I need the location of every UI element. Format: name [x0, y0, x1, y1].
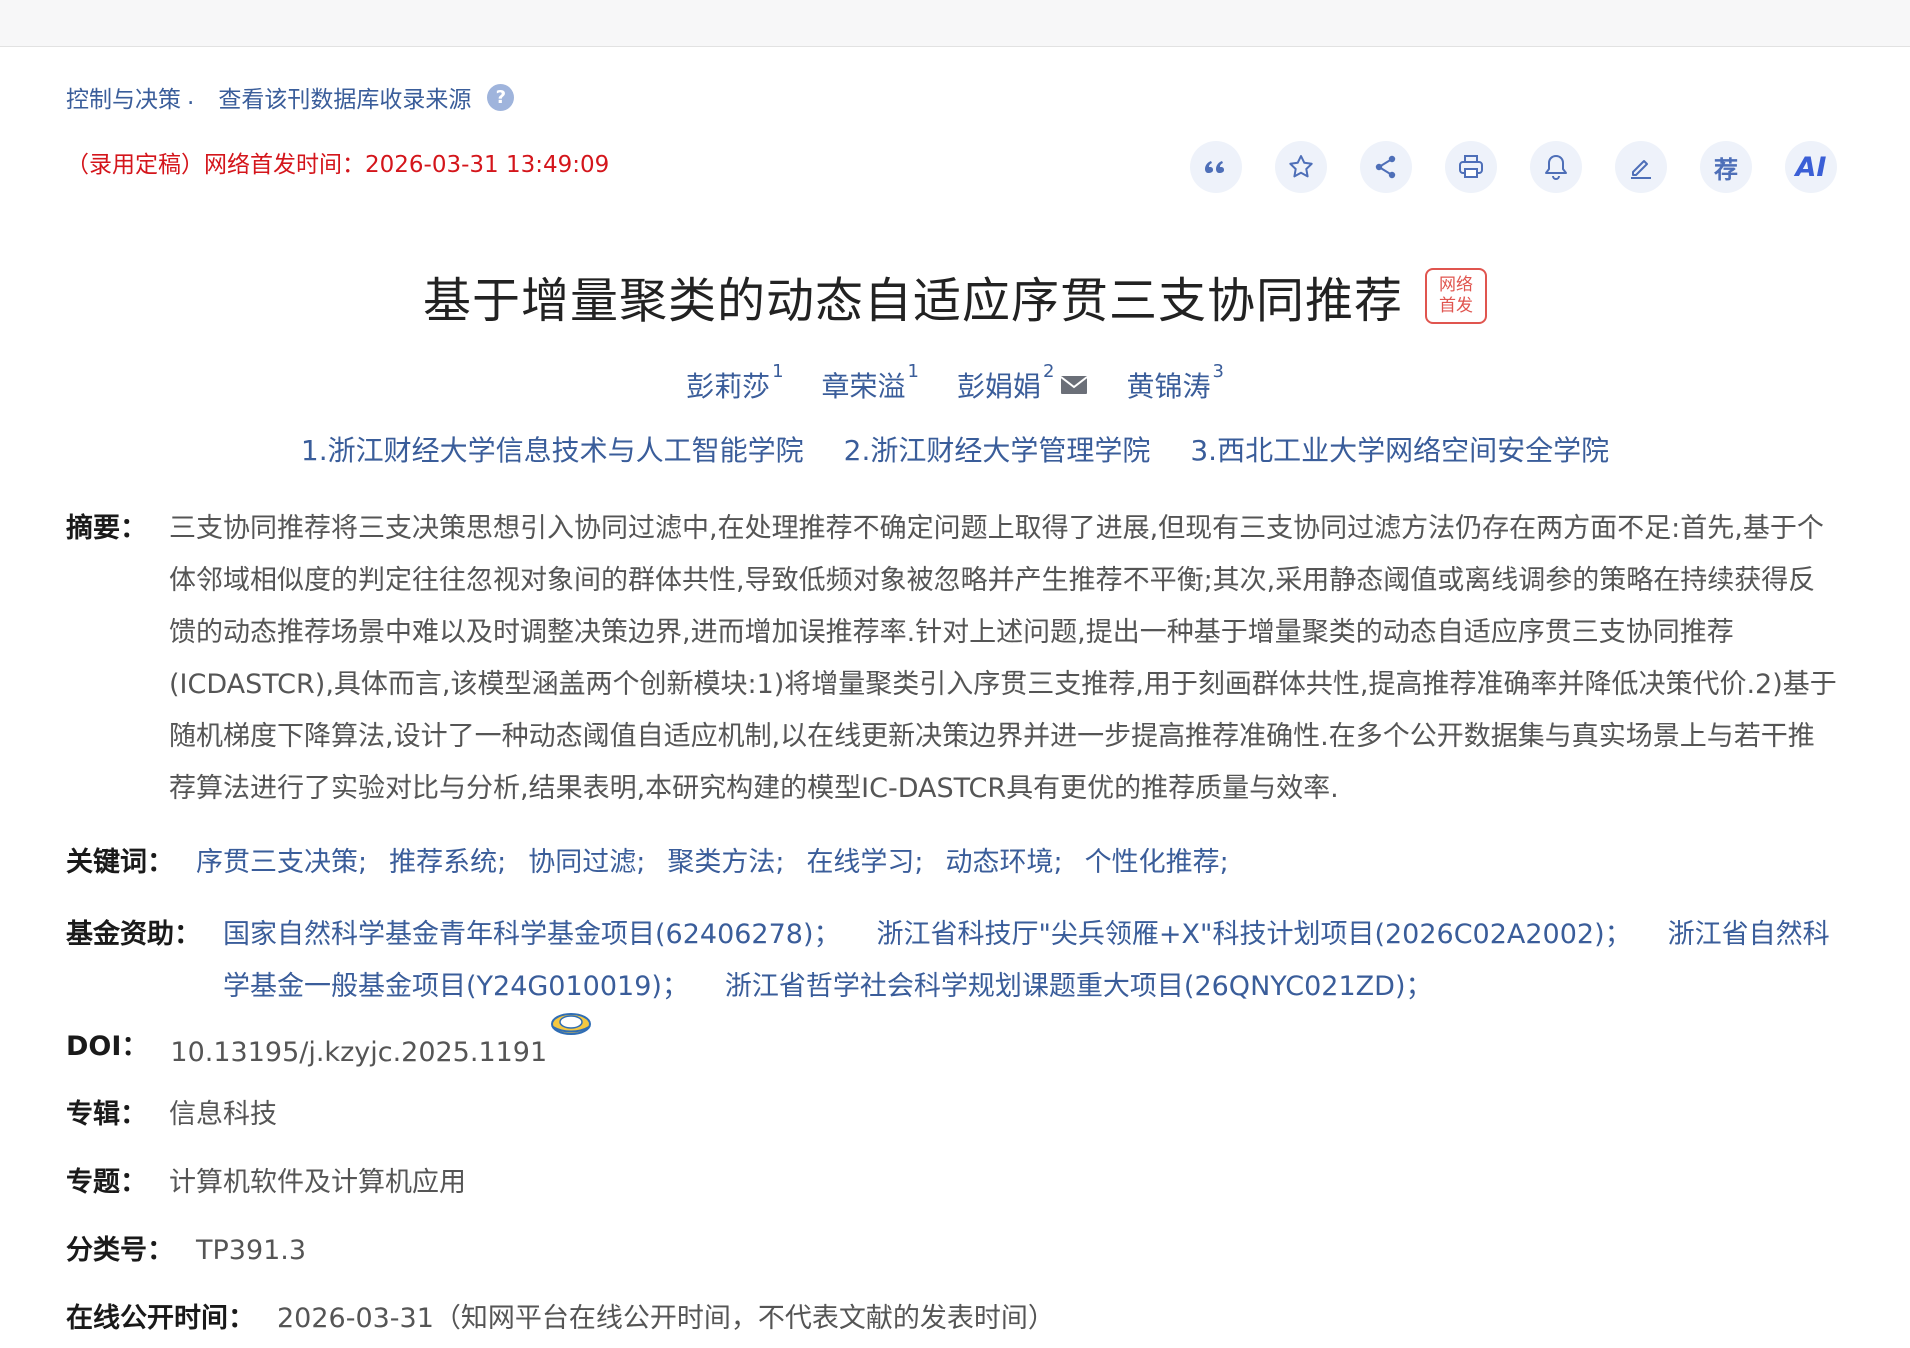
classification-value: TP391.3: [196, 1235, 307, 1266]
help-icon[interactable]: ?: [487, 83, 515, 111]
share-button[interactable]: [1360, 141, 1412, 193]
author-link[interactable]: 彭娟娟 2: [957, 361, 1089, 405]
keyword-link[interactable]: 序贯三支决策;: [196, 847, 367, 878]
organization-link[interactable]: 2.浙江财经大学管理学院: [844, 429, 1151, 469]
online-first-badge: 网络 首发: [1425, 268, 1487, 324]
fund-link[interactable]: 国家自然科学基金青年科学基金项目(62406278)；: [223, 919, 841, 950]
print-button[interactable]: [1445, 141, 1497, 193]
collection-section: 专辑： 信息科技: [66, 1089, 277, 1141]
author-list: 彭莉莎 1 章荣溢 1 彭娟娟 2 黄锦涛 3: [0, 361, 1910, 405]
pencil-icon: [1631, 160, 1651, 179]
source-row: 控制与决策 . 查看该刊数据库收录来源 ?: [66, 80, 515, 114]
keyword-link[interactable]: 推荐系统;: [389, 847, 506, 878]
collection-value: 信息科技: [169, 1099, 277, 1130]
abstract-section: 摘要： 三支协同推荐将三支决策思想引入协同过滤中,在处理推荐不确定问题上取得了进…: [66, 503, 1841, 815]
quote-icon: [1205, 161, 1224, 173]
funding-label: 基金资助：: [66, 919, 201, 950]
note-button[interactable]: [1615, 141, 1667, 193]
doi-label: DOI：: [66, 1031, 149, 1062]
organization-link[interactable]: 1.浙江财经大学信息技术与人工智能学院: [301, 429, 804, 469]
star-icon: [1289, 155, 1313, 178]
topic-label: 专题：: [66, 1167, 147, 1198]
doi-section: DOI： 10.13195/j.kzyjc.2025.1191: [66, 1013, 593, 1073]
mail-icon[interactable]: [1060, 375, 1089, 395]
online-time-value: 2026-03-31（知网平台在线公开时间，不代表文献的发表时间）: [277, 1303, 1055, 1334]
article-title: 基于增量聚类的动态自适应序贯三支协同推荐: [422, 273, 1403, 329]
author-link[interactable]: 黄锦涛 3: [1126, 361, 1223, 405]
classification-label: 分类号：: [66, 1235, 174, 1266]
browser-top-bar: [0, 0, 1910, 47]
ai-button[interactable]: AI: [1785, 141, 1837, 193]
author-link[interactable]: 彭莉莎 1: [686, 361, 783, 405]
collection-label: 专辑：: [66, 1099, 147, 1130]
keywords-list: 序贯三支决策; 推荐系统; 协同过滤; 聚类方法; 在线学习; 动态环境; 个性化推荐;: [196, 837, 1251, 889]
keyword-link[interactable]: 动态环境;: [946, 847, 1063, 878]
doi-icon[interactable]: [549, 1009, 593, 1039]
keyword-link[interactable]: 协同过滤;: [528, 847, 645, 878]
keyword-link[interactable]: 在线学习;: [806, 847, 923, 878]
db-source-link[interactable]: 查看该刊数据库收录来源: [218, 80, 471, 114]
topic-section: 专题： 计算机软件及计算机应用: [66, 1157, 466, 1209]
ai-label: AI: [1795, 151, 1827, 183]
fund-link[interactable]: 浙江省科技厅"尖兵领雁+X"科技计划项目(2026C02A2002)；: [877, 919, 1632, 950]
keywords-label: 关键词：: [66, 847, 174, 878]
badge-line-1: 网络: [1439, 275, 1473, 295]
keyword-link[interactable]: 个性化推荐;: [1085, 847, 1229, 878]
online-time-section: 在线公开时间： 2026-03-31（知网平台在线公开时间，不代表文献的发表时间…: [66, 1293, 1055, 1345]
article-page: 控制与决策 . 查看该刊数据库收录来源 ? （录用定稿）网络首发时间：2026-…: [0, 47, 1910, 1348]
article-toolbar: 荐 AI: [1190, 141, 1837, 193]
classification-section: 分类号： TP391.3: [66, 1225, 306, 1277]
fund-link[interactable]: 浙江省哲学社会科学规划课题重大项目(26QNYC021ZD)；: [725, 971, 1433, 1002]
badge-line-2: 首发: [1439, 296, 1473, 316]
recommend-button[interactable]: 荐: [1700, 141, 1752, 193]
separator-dot: .: [187, 84, 195, 110]
journal-link[interactable]: 控制与决策: [66, 80, 181, 114]
online-first-time: （录用定稿）网络首发时间：2026-03-31 13:49:09: [66, 152, 610, 178]
abstract-text: 三支协同推荐将三支决策思想引入协同过滤中,在处理推荐不确定问题上取得了进展,但现…: [169, 513, 1837, 804]
organization-list: 1.浙江财经大学信息技术与人工智能学院 2.浙江财经大学管理学院 3.西北工业大…: [0, 429, 1910, 469]
online-time-label: 在线公开时间：: [66, 1303, 255, 1334]
bell-icon: [1545, 155, 1567, 180]
share-icon: [1375, 155, 1396, 179]
funding-section: 基金资助： 国家自然科学基金青年科学基金项目(62406278)； 浙江省科技厅"…: [66, 909, 1841, 1013]
keywords-section: 关键词： 序贯三支决策; 推荐系统; 协同过滤; 聚类方法; 在线学习; 动态环境; 个性化…: [66, 837, 1251, 889]
organization-link[interactable]: 3.西北工业大学网络空间安全学院: [1190, 429, 1609, 469]
recommend-label: 荐: [1714, 155, 1738, 184]
title-row: 基于增量聚类的动态自适应序贯三支协同推荐 网络 首发: [0, 261, 1910, 331]
alert-button[interactable]: [1530, 141, 1582, 193]
cite-button[interactable]: [1190, 141, 1242, 193]
author-link[interactable]: 章荣溢 1: [822, 361, 919, 405]
keyword-link[interactable]: 聚类方法;: [667, 847, 784, 878]
doi-value: 10.13195/j.kzyjc.2025.1191: [170, 1037, 548, 1068]
printer-icon: [1459, 155, 1483, 178]
abstract-label: 摘要：: [66, 513, 147, 544]
topic-value: 计算机软件及计算机应用: [169, 1167, 466, 1198]
funding-list: 国家自然科学基金青年科学基金项目(62406278)； 浙江省科技厅"尖兵领雁+X…: [223, 909, 1841, 1013]
favorite-button[interactable]: [1275, 141, 1327, 193]
